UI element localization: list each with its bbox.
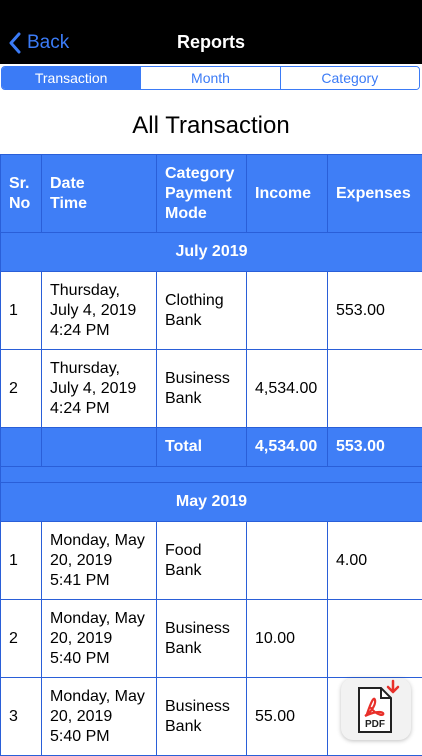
report-heading: All Transaction bbox=[0, 112, 422, 140]
table-header-row: Sr. No Date Time Category Payment Mode I… bbox=[1, 155, 422, 233]
cell-datetime: Monday, May 20, 2019 5:41 PM bbox=[42, 522, 157, 600]
total-expenses: 553.00 bbox=[328, 428, 422, 467]
cell-category: Business Bank bbox=[157, 678, 247, 756]
header-srno: Sr. No bbox=[1, 155, 42, 233]
cell-srno: 1 bbox=[1, 522, 42, 600]
total-label: Total bbox=[157, 428, 247, 467]
page-title: Reports bbox=[0, 32, 422, 53]
cell-datetime: Thursday, July 4, 2019 4:24 PM bbox=[42, 350, 157, 428]
cell-datetime: Thursday, July 4, 2019 4:24 PM bbox=[42, 272, 157, 350]
total-cell-empty bbox=[1, 428, 42, 467]
month-label: July 2019 bbox=[1, 233, 422, 272]
cell-srno: 2 bbox=[1, 350, 42, 428]
month-group-row: July 2019 bbox=[1, 233, 422, 272]
cell-category: Business Bank bbox=[157, 350, 247, 428]
header-category: Category Payment Mode bbox=[157, 155, 247, 233]
pdf-label: PDF bbox=[365, 719, 385, 730]
table-row[interactable]: 1 Monday, May 20, 2019 5:41 PM Food Bank… bbox=[1, 522, 422, 600]
table-row[interactable]: 1 Thursday, July 4, 2019 4:24 PM Clothin… bbox=[1, 272, 422, 350]
cell-income: 4,534.00 bbox=[247, 350, 328, 428]
table-row[interactable]: 2 Thursday, July 4, 2019 4:24 PM Busines… bbox=[1, 350, 422, 428]
transactions-table: Sr. No Date Time Category Payment Mode I… bbox=[0, 154, 422, 756]
cell-income bbox=[247, 272, 328, 350]
cell-srno: 1 bbox=[1, 272, 42, 350]
export-pdf-button[interactable]: PDF bbox=[341, 678, 411, 740]
group-spacer bbox=[1, 467, 422, 483]
cell-datetime: Monday, May 20, 2019 5:40 PM bbox=[42, 678, 157, 756]
cell-income: 10.00 bbox=[247, 600, 328, 678]
table-row[interactable]: 2 Monday, May 20, 2019 5:40 PM Business … bbox=[1, 600, 422, 678]
cell-expenses bbox=[328, 600, 422, 678]
header-income: Income bbox=[247, 155, 328, 233]
cell-expenses: 4.00 bbox=[328, 522, 422, 600]
month-label: May 2019 bbox=[1, 483, 422, 522]
tab-transaction[interactable]: Transaction bbox=[2, 67, 140, 89]
cell-expenses bbox=[328, 350, 422, 428]
month-group-row: May 2019 bbox=[1, 483, 422, 522]
cell-srno: 2 bbox=[1, 600, 42, 678]
cell-expenses: 553.00 bbox=[328, 272, 422, 350]
cell-category: Business Bank bbox=[157, 600, 247, 678]
report-type-segmented-control: Transaction Month Category bbox=[1, 66, 420, 90]
group-spacer-row bbox=[1, 467, 422, 483]
cell-srno: 3 bbox=[1, 678, 42, 756]
navigation-bar: Back Reports bbox=[0, 0, 422, 64]
total-row: Total 4,534.00 553.00 bbox=[1, 428, 422, 467]
total-income: 4,534.00 bbox=[247, 428, 328, 467]
cell-category: Clothing Bank bbox=[157, 272, 247, 350]
tab-category[interactable]: Category bbox=[280, 67, 419, 89]
cell-datetime: Monday, May 20, 2019 5:40 PM bbox=[42, 600, 157, 678]
header-datetime: Date Time bbox=[42, 155, 157, 233]
tab-month[interactable]: Month bbox=[140, 67, 279, 89]
total-cell-empty bbox=[42, 428, 157, 467]
pdf-download-icon: PDF bbox=[341, 678, 411, 740]
cell-income bbox=[247, 522, 328, 600]
header-expenses: Expenses bbox=[328, 155, 422, 233]
cell-category: Food Bank bbox=[157, 522, 247, 600]
cell-income: 55.00 bbox=[247, 678, 328, 756]
